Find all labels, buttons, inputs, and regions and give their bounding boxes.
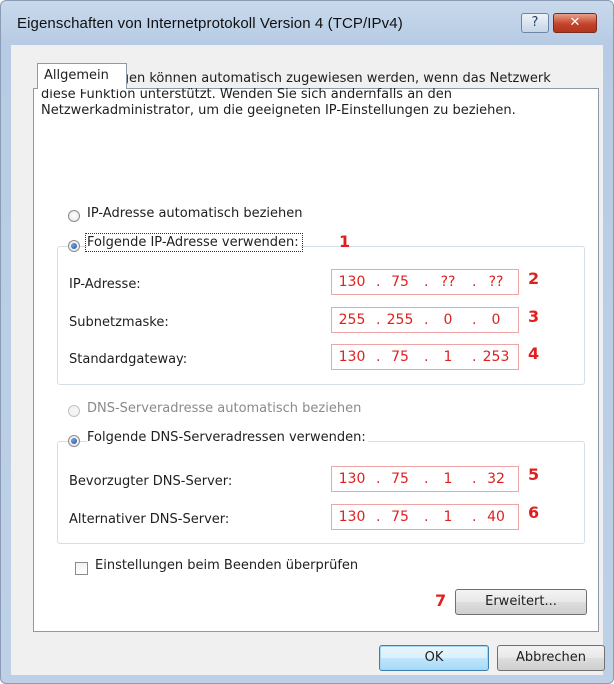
octet-dot: .: [472, 274, 477, 290]
octet: 130: [338, 274, 366, 290]
octet-dot: .: [472, 312, 477, 328]
close-button[interactable]: ✕: [553, 13, 597, 33]
close-icon: ✕: [569, 15, 581, 30]
octet: 40: [487, 509, 505, 525]
octet-dot: .: [424, 312, 429, 328]
octet: 1: [443, 509, 453, 525]
octet: ??: [440, 274, 456, 290]
annotation-6: 6: [528, 503, 540, 522]
subnet-mask-label: Subnetzmaske:: [69, 315, 169, 330]
octet-dot: .: [424, 509, 429, 525]
validate-checkbox-label[interactable]: Einstellungen beim Beenden überprüfen: [95, 558, 358, 573]
ip-auto-radio[interactable]: [68, 210, 80, 222]
annotation-7: 7: [435, 591, 447, 610]
gateway-field[interactable]: 130 . 75 . 1 . 253: [331, 344, 519, 370]
octet: 255: [338, 312, 366, 328]
window-title: Eigenschaften von Internetprotokoll Vers…: [17, 15, 403, 32]
octet: 32: [487, 471, 505, 487]
ok-button[interactable]: OK: [379, 645, 489, 671]
octet: 75: [391, 509, 409, 525]
help-button[interactable]: ?: [521, 13, 549, 33]
octet: 255: [386, 312, 414, 328]
octet-dot: .: [376, 509, 381, 525]
ip-manual-label[interactable]: Folgende IP-Adresse verwenden:: [85, 233, 303, 252]
octet-dot: .: [376, 471, 381, 487]
octet: 130: [338, 349, 366, 365]
alternate-dns-field[interactable]: 130 . 75 . 1 . 40: [331, 504, 519, 530]
octet: 253: [482, 349, 510, 365]
annotation-1: 1: [339, 232, 351, 251]
octet: 75: [391, 349, 409, 365]
octet: 130: [338, 509, 366, 525]
octet-dot: .: [376, 349, 381, 365]
octet-dot: .: [472, 509, 477, 525]
annotation-4: 4: [528, 344, 540, 363]
octet: 130: [338, 471, 366, 487]
validate-checkbox[interactable]: [75, 562, 88, 575]
ip-address-label: IP-Adresse:: [69, 277, 141, 292]
dns-auto-radio[interactable]: [68, 405, 80, 417]
octet: 75: [391, 274, 409, 290]
gateway-label: Standardgateway:: [69, 352, 188, 367]
subnet-mask-field[interactable]: 255 . 255 . 0 . 0: [331, 307, 519, 333]
octet: ??: [488, 274, 504, 290]
advanced-button[interactable]: Erweitert...: [455, 589, 587, 615]
dns-manual-label[interactable]: Folgende DNS-Serveradressen verwenden:: [87, 430, 368, 445]
annotation-2: 2: [528, 269, 540, 288]
octet: 0: [491, 312, 501, 328]
dns-manual-radio[interactable]: [68, 435, 80, 447]
octet-dot: .: [376, 312, 381, 328]
annotation-5: 5: [528, 465, 540, 484]
ip-address-field[interactable]: 130 . 75 . ?? . ??: [331, 269, 519, 295]
annotation-3: 3: [528, 307, 540, 326]
title-bar[interactable]: Eigenschaften von Internetprotokoll Vers…: [1, 1, 613, 45]
octet-dot: .: [472, 349, 477, 365]
octet-dot: .: [472, 471, 477, 487]
octet: 1: [443, 471, 453, 487]
tab-allgemein[interactable]: Allgemein: [37, 63, 127, 89]
octet-dot: .: [376, 274, 381, 290]
preferred-dns-label: Bevorzugter DNS-Server:: [69, 474, 233, 489]
octet: 75: [391, 471, 409, 487]
preferred-dns-field[interactable]: 130 . 75 . 1 . 32: [331, 466, 519, 492]
cancel-button[interactable]: Abbrechen: [497, 645, 605, 671]
octet-dot: .: [424, 274, 429, 290]
alternate-dns-label: Alternativer DNS-Server:: [69, 512, 230, 527]
dialog-window: Eigenschaften von Internetprotokoll Vers…: [0, 0, 614, 684]
ip-auto-label[interactable]: IP-Adresse automatisch beziehen: [87, 206, 303, 221]
octet-dot: .: [424, 471, 429, 487]
dns-auto-label[interactable]: DNS-Serveradresse automatisch beziehen: [87, 401, 361, 416]
octet-dot: .: [424, 349, 429, 365]
octet: 1: [443, 349, 453, 365]
ip-manual-radio[interactable]: [68, 240, 80, 252]
octet: 0: [443, 312, 453, 328]
